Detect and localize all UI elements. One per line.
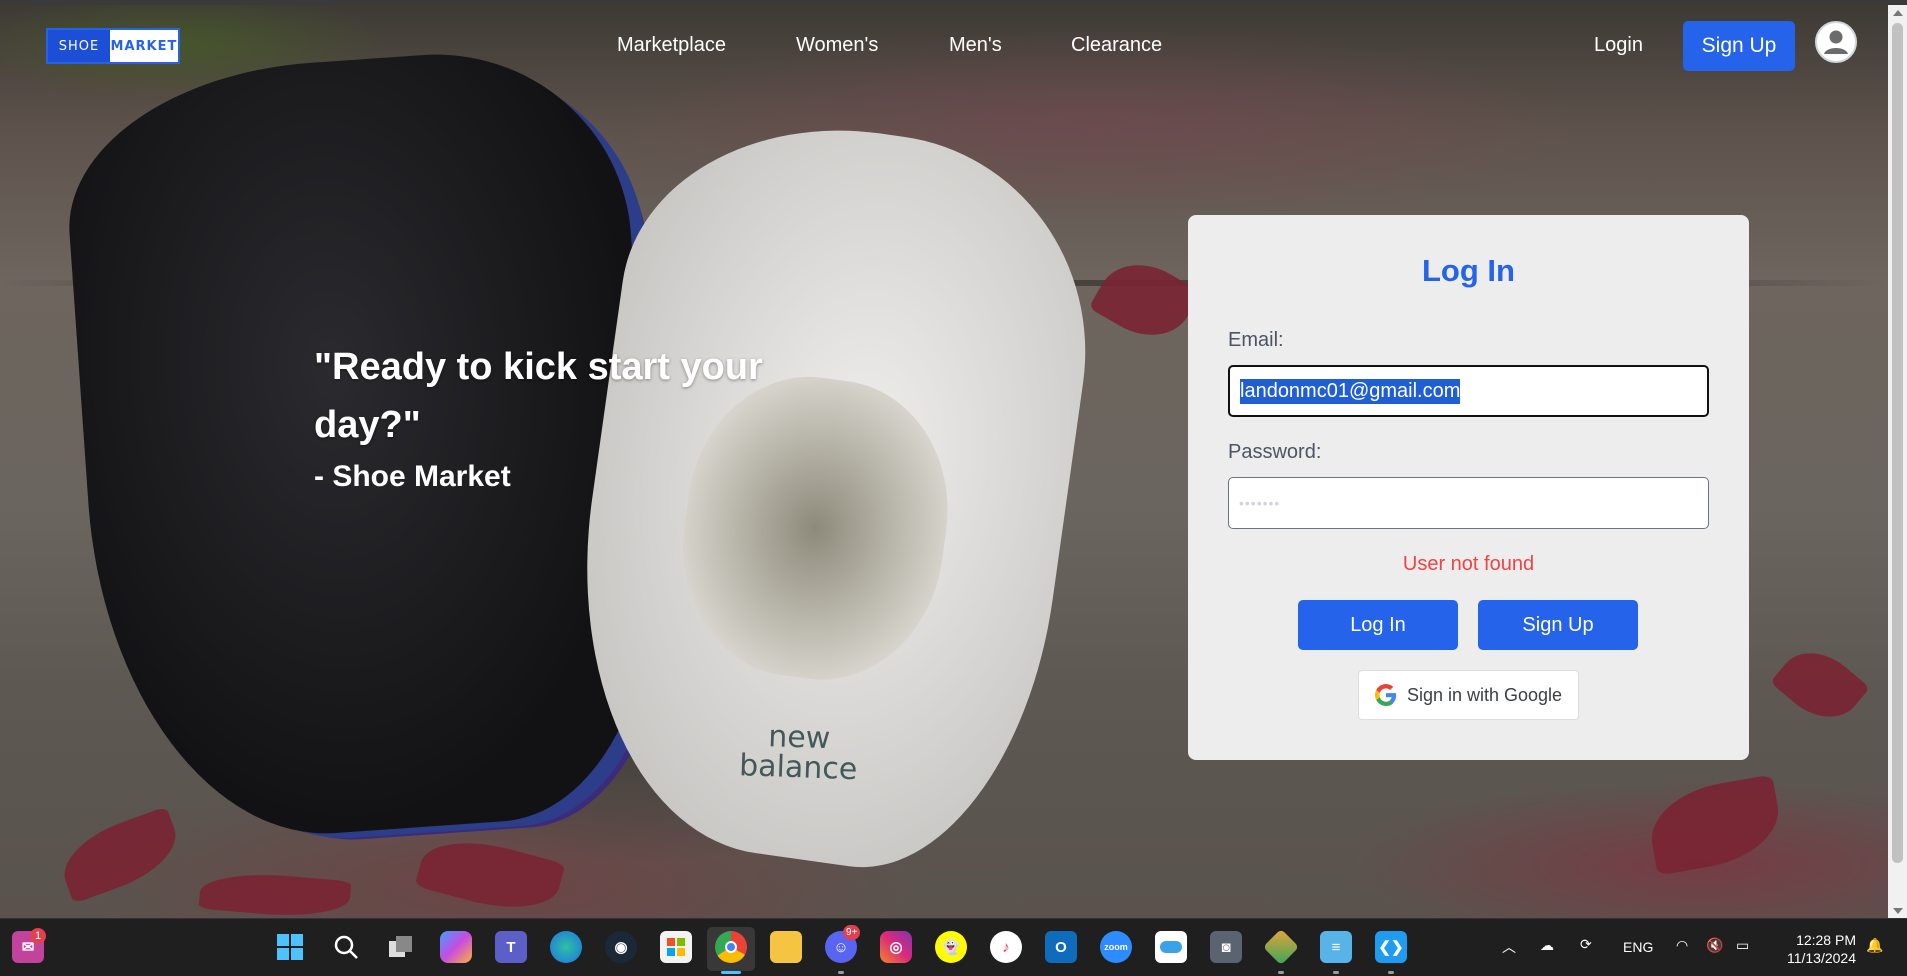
nav-mens-link[interactable]: Men's bbox=[949, 34, 1002, 57]
hero-quote: "Ready to kick start your day?" bbox=[314, 346, 763, 446]
vscode-running-indicator bbox=[1388, 971, 1394, 974]
google-signin-button[interactable]: Sign in with Google bbox=[1358, 670, 1579, 720]
file-explorer-icon[interactable] bbox=[770, 931, 802, 963]
cloud-status-icon[interactable]: ☁ bbox=[1540, 937, 1554, 954]
email-label: Email: bbox=[1228, 329, 1284, 351]
battery-icon[interactable]: ▭ bbox=[1736, 937, 1749, 954]
leaf bbox=[1644, 774, 1786, 876]
start-icon[interactable] bbox=[274, 931, 306, 963]
page-scrollbar[interactable] bbox=[1888, 5, 1907, 918]
teams-icon[interactable]: T bbox=[495, 931, 527, 963]
notification-badge: 1 bbox=[30, 928, 46, 944]
chrome-active-indicator bbox=[721, 971, 741, 974]
edge-icon[interactable] bbox=[550, 931, 582, 963]
signup-button[interactable]: Sign Up bbox=[1478, 600, 1638, 650]
login-card: Log In Email: landonmc01@gmail.com Passw… bbox=[1188, 215, 1749, 760]
itunes-icon[interactable]: ♪ bbox=[990, 931, 1022, 963]
email-field[interactable]: landonmc01@gmail.com bbox=[1228, 365, 1709, 417]
onedrive-icon[interactable] bbox=[1155, 931, 1187, 963]
nav-signup-button[interactable]: Sign Up bbox=[1683, 21, 1795, 71]
steam-icon[interactable]: ◉ bbox=[605, 931, 637, 963]
login-title: Log In bbox=[1422, 253, 1515, 288]
notepad-icon[interactable]: ≡ bbox=[1320, 931, 1352, 963]
language-indicator[interactable]: ENG bbox=[1623, 939, 1653, 955]
volume-muted-icon[interactable]: 🔇 bbox=[1706, 937, 1723, 954]
leaf bbox=[1088, 247, 1202, 353]
system-clock[interactable]: 12:28 PM 11/13/2024 bbox=[1770, 931, 1856, 967]
nav-womens-link[interactable]: Women's bbox=[796, 34, 878, 57]
outlook-icon[interactable]: O bbox=[1045, 931, 1077, 963]
login-button[interactable]: Log In bbox=[1298, 600, 1458, 650]
clock-date: 11/13/2024 bbox=[1786, 950, 1856, 966]
vscode-icon[interactable]: ❮❯ bbox=[1375, 931, 1407, 963]
nav-login-link[interactable]: Login bbox=[1594, 34, 1643, 57]
search-icon[interactable] bbox=[330, 931, 362, 963]
password-label: Password: bbox=[1228, 441, 1322, 463]
wifi-icon[interactable]: ◠ bbox=[1676, 937, 1688, 954]
git-running-indicator bbox=[1278, 971, 1284, 974]
scroll-up-arrow-icon[interactable] bbox=[1893, 10, 1903, 16]
shoe-market-logo[interactable]: SHOE MARKET bbox=[46, 28, 180, 64]
scroll-thumb[interactable] bbox=[1892, 23, 1903, 863]
git-icon[interactable] bbox=[1262, 928, 1300, 966]
hero-quote-attribution: - Shoe Market bbox=[314, 460, 511, 493]
store-icon[interactable] bbox=[660, 931, 692, 963]
google-button-label: Sign in with Google bbox=[1406, 684, 1563, 705]
chevron-up-icon[interactable]: ︿ bbox=[1502, 937, 1516, 957]
windows-taskbar: ✉ 1 T ◉ ☺ 9+ ◎ 👻 ♪ O zoom ◙ ≡ ❮❯ ︿ ☁ ⟳ E… bbox=[0, 918, 1907, 976]
nav-marketplace-link[interactable]: Marketplace bbox=[617, 34, 726, 57]
zoom-icon[interactable]: zoom bbox=[1100, 931, 1132, 963]
logo-text-shoe: SHOE bbox=[48, 30, 110, 62]
notepad-running-indicator bbox=[1333, 971, 1339, 974]
email-value: landonmc01@gmail.com bbox=[1240, 378, 1461, 404]
sync-icon[interactable]: ⟳ bbox=[1580, 936, 1592, 953]
task-view-icon[interactable] bbox=[385, 931, 417, 963]
google-g-icon bbox=[1374, 684, 1397, 706]
password-value: ••••••• bbox=[1239, 495, 1281, 511]
leaf bbox=[1770, 636, 1870, 734]
logo-text-market: MARKET bbox=[109, 30, 178, 62]
camera-icon[interactable]: ◙ bbox=[1210, 931, 1242, 963]
notification-bell-icon[interactable]: 🔔 bbox=[1866, 937, 1883, 954]
copilot-icon[interactable] bbox=[440, 931, 472, 963]
person-icon bbox=[1818, 24, 1854, 60]
discord-badge: 9+ bbox=[843, 925, 861, 940]
clock-time: 12:28 PM bbox=[1796, 932, 1856, 948]
discord-running-indicator bbox=[838, 971, 844, 974]
nav-clearance-link[interactable]: Clearance bbox=[1071, 34, 1162, 57]
error-message: User not found bbox=[1402, 553, 1535, 575]
instagram-icon[interactable]: ◎ bbox=[880, 931, 912, 963]
chrome-icon[interactable] bbox=[715, 931, 747, 963]
password-field[interactable]: ••••••• bbox=[1228, 477, 1709, 529]
user-avatar-icon[interactable] bbox=[1815, 21, 1857, 63]
scroll-down-arrow-icon[interactable] bbox=[1893, 908, 1903, 914]
sneaker-brand-text: new balance bbox=[738, 719, 858, 788]
leaf bbox=[53, 806, 187, 904]
snapchat-icon[interactable]: 👻 bbox=[935, 931, 967, 963]
